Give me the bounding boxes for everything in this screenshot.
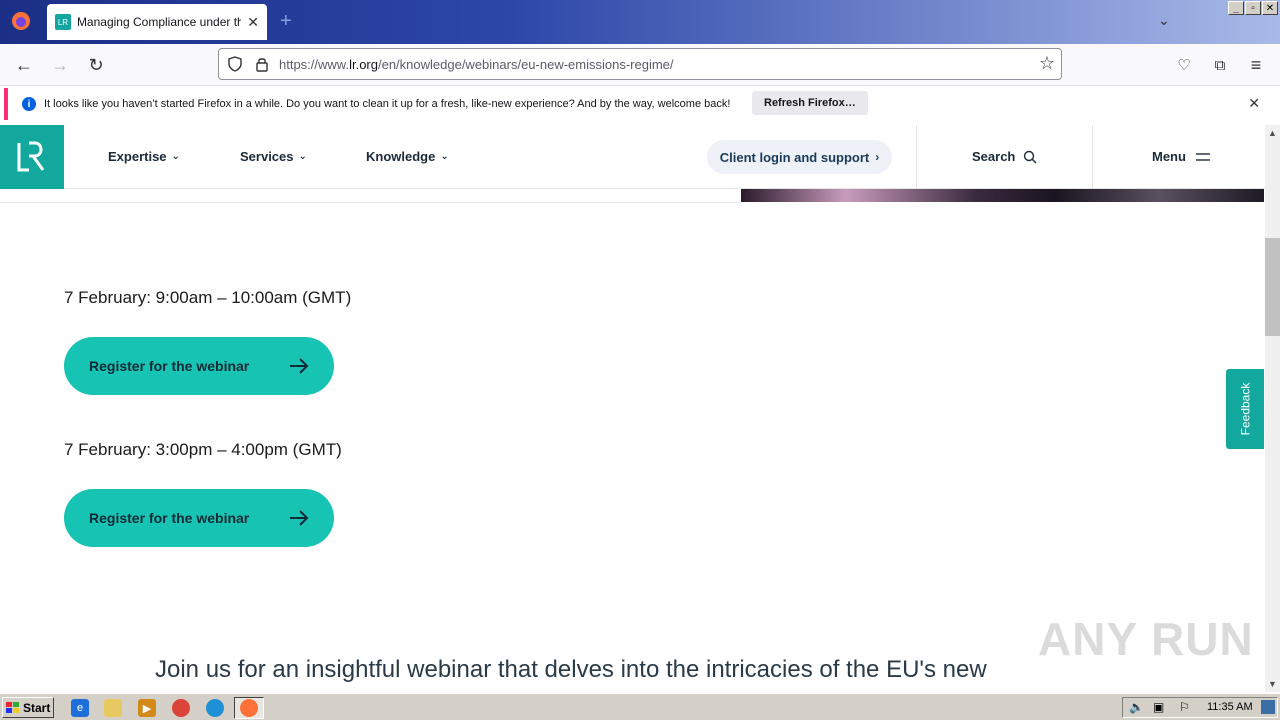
pocket-icon[interactable]: ♡	[1173, 54, 1195, 76]
nav-services[interactable]: Services ⌄	[240, 149, 307, 164]
browser-tab-active[interactable]: LR Managing Compliance under the EU ✕	[47, 4, 267, 40]
feedback-tab[interactable]: Feedback	[1226, 369, 1264, 449]
firefox-menu-icon[interactable]	[8, 8, 34, 34]
new-tab-icon[interactable]: +	[280, 10, 292, 33]
show-desktop-icon[interactable]	[1261, 700, 1275, 714]
extensions-icon[interactable]: ⧉	[1209, 54, 1231, 76]
scrollbar-thumb[interactable]	[1265, 238, 1280, 336]
scroll-up-icon[interactable]: ▲	[1265, 126, 1280, 140]
lock-icon[interactable]	[255, 56, 269, 72]
browser-tab-strip: LR Managing Compliance under the EU ✕ + …	[0, 0, 1280, 44]
search-icon	[1024, 150, 1037, 163]
arrow-right-icon	[290, 358, 309, 374]
arrow-right-icon	[290, 510, 309, 526]
hero-image	[741, 189, 1264, 202]
lr-logo-icon	[17, 141, 45, 172]
close-tab-icon[interactable]: ✕	[247, 14, 259, 31]
start-label: Start	[23, 700, 51, 715]
site-header: Expertise ⌄ Services ⌄ Knowledge ⌄ Client l…	[0, 125, 1265, 189]
minimize-window-button[interactable]: _	[1228, 1, 1244, 15]
session-date-1: 7 February: 9:00am – 10:00am (GMT)	[64, 288, 352, 307]
header-divider	[916, 125, 917, 189]
lr-favicon-icon: LR	[55, 14, 71, 30]
notification-message: It looks like you haven’t started Firefo…	[44, 98, 731, 110]
back-arrow-icon[interactable]: ←	[13, 54, 35, 76]
tab-title: Managing Compliance under the EU	[76, 15, 242, 29]
refresh-firefox-button[interactable]: Refresh Firefox…	[752, 91, 868, 115]
file-explorer-icon[interactable]	[104, 699, 122, 717]
forward-arrow-icon[interactable]: →	[49, 54, 71, 76]
speaker-icon[interactable]: 🔈	[1129, 700, 1144, 714]
flag-icon[interactable]: ⚐	[1179, 700, 1190, 714]
register-button-label: Register for the webinar	[89, 510, 250, 526]
chevron-down-icon: ⌄	[298, 151, 307, 162]
hero-divider	[0, 202, 741, 203]
nav-knowledge[interactable]: Knowledge ⌄	[366, 149, 449, 164]
close-window-button[interactable]: ✕	[1262, 1, 1278, 15]
header-divider	[1092, 125, 1093, 189]
refresh-firefox-notification: i It looks like you haven’t started Fire…	[4, 88, 1276, 120]
browser-nav-bar: ← → ↻ https://www.lr.org/en/knowledge/we…	[0, 44, 1280, 86]
url-text: https://www.lr.org/en/knowledge/webinars…	[279, 57, 674, 72]
client-login-button[interactable]: Client login and support ›	[707, 140, 892, 174]
internet-explorer-icon[interactable]: e	[71, 699, 89, 717]
system-tray: 🔈 ▣ ⚐ 11:35 AM	[1122, 697, 1278, 718]
chevron-down-icon: ⌄	[440, 151, 449, 162]
restore-window-button[interactable]: ▫	[1245, 1, 1261, 15]
page-scrollbar[interactable]	[1265, 125, 1280, 692]
register-webinar-button-2[interactable]: Register for the webinar	[64, 489, 334, 547]
register-webinar-button-1[interactable]: Register for the webinar	[64, 337, 334, 395]
bookmark-star-icon[interactable]: ☆	[1039, 53, 1055, 74]
lr-logo[interactable]	[0, 125, 64, 189]
anyrun-watermark: ANY RUN	[1038, 613, 1254, 665]
close-notification-icon[interactable]: ✕	[1248, 95, 1260, 112]
start-button[interactable]: Start	[2, 697, 54, 718]
chevron-right-icon: ›	[875, 150, 880, 164]
shield-icon[interactable]	[227, 56, 243, 72]
search-button[interactable]: Search	[972, 149, 1037, 164]
nav-expertise[interactable]: Expertise ⌄	[108, 149, 180, 164]
feedback-label: Feedback	[1238, 382, 1253, 436]
app-menu-icon[interactable]: ≡	[1245, 54, 1267, 76]
edge-icon[interactable]	[206, 699, 224, 717]
windows-taskbar: Start e ▶ 🔈 ▣ ⚐ 11:35 AM	[0, 692, 1280, 720]
media-player-icon[interactable]: ▶	[138, 699, 156, 717]
network-icon[interactable]: ▣	[1153, 700, 1164, 714]
webinar-intro-text: Join us for an insightful webinar that d…	[155, 656, 987, 683]
chrome-icon[interactable]	[172, 699, 190, 717]
chevron-down-icon: ⌄	[171, 151, 180, 162]
hamburger-menu-icon	[1195, 152, 1210, 161]
scroll-down-icon[interactable]: ▼	[1265, 677, 1280, 691]
menu-button[interactable]: Menu	[1152, 149, 1210, 164]
reload-icon[interactable]: ↻	[85, 54, 107, 76]
session-date-2: 7 February: 3:00pm – 4:00pm (GMT)	[64, 440, 342, 459]
info-icon: i	[22, 97, 36, 111]
url-bar[interactable]: https://www.lr.org/en/knowledge/webinars…	[218, 48, 1062, 80]
list-all-tabs-chevron-icon[interactable]: ⌄	[1158, 12, 1170, 29]
clock: 11:35 AM	[1207, 701, 1253, 713]
windows-logo-icon	[6, 701, 19, 713]
firefox-icon	[240, 699, 258, 717]
register-button-label: Register for the webinar	[89, 358, 250, 374]
